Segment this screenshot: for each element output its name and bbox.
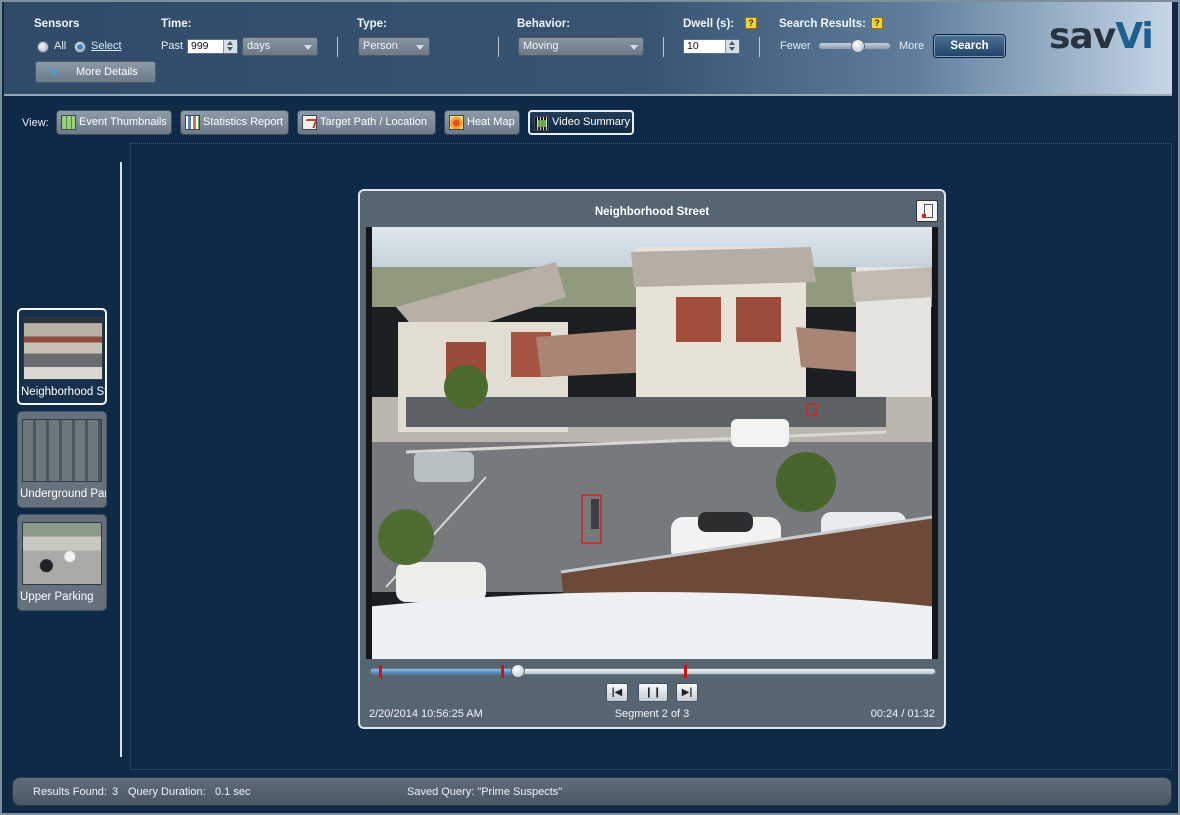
view-event-thumbnails-button[interactable]: Event Thumbnails (56, 110, 172, 135)
path-icon (302, 115, 317, 130)
saved-query: Saved Query: "Prime Suspects" (407, 786, 563, 798)
player-title: Neighborhood Street (594, 206, 710, 218)
type-value: Person (363, 40, 398, 52)
sensor-label: Neighborhood Street (21, 386, 107, 398)
view-statistics-report-button[interactable]: Statistics Report (180, 110, 289, 135)
segment-marker[interactable] (500, 665, 504, 678)
results-fewer-label: Fewer (780, 40, 811, 52)
segment-marker[interactable] (684, 665, 688, 678)
dropdown-arrow-icon (304, 45, 312, 50)
sensors-select-radio[interactable] (74, 41, 86, 53)
query-duration-label: Query Duration: (128, 786, 206, 798)
time-value: 999 (191, 40, 209, 52)
film-icon (534, 116, 549, 131)
playback-timeline[interactable] (370, 664, 936, 678)
sensor-thumbnail-upper-parking[interactable]: Upper Parking (17, 514, 107, 611)
dwell-value: 10 (687, 40, 699, 52)
sensor-label: Underground Parking (20, 488, 106, 500)
heat-map-icon (449, 115, 464, 130)
behavior-value: Moving (523, 40, 559, 52)
detach-window-icon[interactable] (916, 200, 938, 222)
sensor-thumbnail-neighborhood-street[interactable]: Neighborhood Street (17, 308, 107, 405)
results-more-label: More (899, 40, 925, 52)
sensor-preview-image (23, 317, 103, 380)
separator (663, 37, 664, 57)
time-value-stepper[interactable]: 999 (187, 39, 238, 54)
search-results-label: Search Results: (779, 18, 866, 30)
view-heat-map-button[interactable]: Heat Map (444, 110, 520, 135)
view-label: View: (22, 117, 49, 129)
results-slider-handle[interactable] (851, 39, 866, 53)
camera-scene-image (366, 227, 938, 659)
sensor-preview-image (22, 419, 102, 482)
sensors-all-label: All (54, 40, 67, 52)
separator (759, 37, 760, 57)
dwell-label: Dwell (s): (683, 18, 735, 30)
time-unit-value: days (247, 40, 271, 52)
grid-icon (61, 115, 76, 130)
view-button-label: Heat Map (467, 116, 515, 128)
behavior-label: Behavior: (517, 18, 571, 30)
view-button-label: Event Thumbnails (79, 116, 167, 128)
results-found-value: 3 (112, 786, 119, 798)
sensor-preview-image (22, 522, 102, 585)
stepper-arrows-icon[interactable] (223, 40, 237, 53)
dropdown-arrow-icon (416, 45, 424, 50)
view-button-label: Video Summary (552, 116, 631, 128)
time-past-label: Past (161, 40, 184, 52)
time-unit-select[interactable]: days (242, 37, 318, 56)
sensors-select-link[interactable]: Select (91, 40, 122, 52)
chevron-down-icon (50, 70, 58, 76)
view-button-label: Statistics Report (203, 116, 284, 128)
results-found-label: Results Found: (33, 786, 107, 798)
stepper-arrows-icon[interactable] (725, 40, 739, 53)
playhead-handle[interactable] (510, 664, 525, 678)
segment-indicator: Segment 2 of 3 (614, 708, 690, 720)
view-button-label: Target Path / Location (320, 116, 428, 128)
sensors-label: Sensors (34, 18, 80, 30)
view-target-path-button[interactable]: Target Path / Location (297, 110, 436, 135)
search-panel: Sensors All Select More Details Time: Pa… (4, 2, 1172, 96)
pause-button[interactable]: ❙❙ (638, 683, 668, 702)
time-label: Time: (161, 18, 192, 30)
sensors-all-radio[interactable] (37, 41, 49, 53)
view-video-summary-button[interactable]: Video Summary (528, 110, 634, 135)
pause-icon: ❙❙ (644, 687, 662, 698)
type-label: Type: (357, 18, 387, 30)
type-select[interactable]: Person (358, 37, 430, 56)
skip-next-icon: ▶| (681, 687, 693, 698)
search-results-help-icon[interactable]: ? (871, 17, 883, 29)
skip-previous-icon: |◀ (611, 687, 623, 698)
more-details-button[interactable]: More Details (35, 61, 156, 83)
separator (337, 37, 338, 57)
sensor-thumbnail-underground-parking[interactable]: Underground Parking (17, 411, 107, 508)
separator (498, 37, 499, 57)
next-segment-button[interactable]: ▶| (676, 683, 698, 702)
behavior-select[interactable]: Moving (518, 37, 644, 56)
timeline-progress (371, 669, 518, 674)
dwell-help-icon[interactable]: ? (745, 17, 757, 29)
logo-text-b: Vi (1115, 16, 1154, 57)
previous-segment-button[interactable]: |◀ (606, 683, 628, 702)
status-bar: Results Found: 3 Query Duration: 0.1 sec… (12, 777, 1172, 806)
video-summary-player: Neighborhood Street |◀ ❙❙ ▶| 2/20/2014 1… (358, 189, 946, 729)
bar-chart-icon (185, 115, 200, 130)
video-frame[interactable] (366, 227, 938, 659)
segment-marker[interactable] (379, 665, 383, 678)
playback-time: 00:24 / 01:32 (870, 708, 935, 720)
sensor-label: Upper Parking (20, 591, 94, 603)
search-button[interactable]: Search (933, 34, 1006, 58)
query-duration-value: 0.1 sec (215, 786, 251, 798)
dropdown-arrow-icon (630, 45, 638, 50)
app-window: Sensors All Select More Details Time: Pa… (0, 0, 1180, 815)
savvi-logo: savVi (1049, 16, 1154, 57)
more-details-label: More Details (76, 66, 138, 78)
sidebar-divider (120, 162, 122, 757)
logo-text-a: sav (1049, 16, 1116, 57)
dwell-stepper[interactable]: 10 (683, 39, 740, 54)
